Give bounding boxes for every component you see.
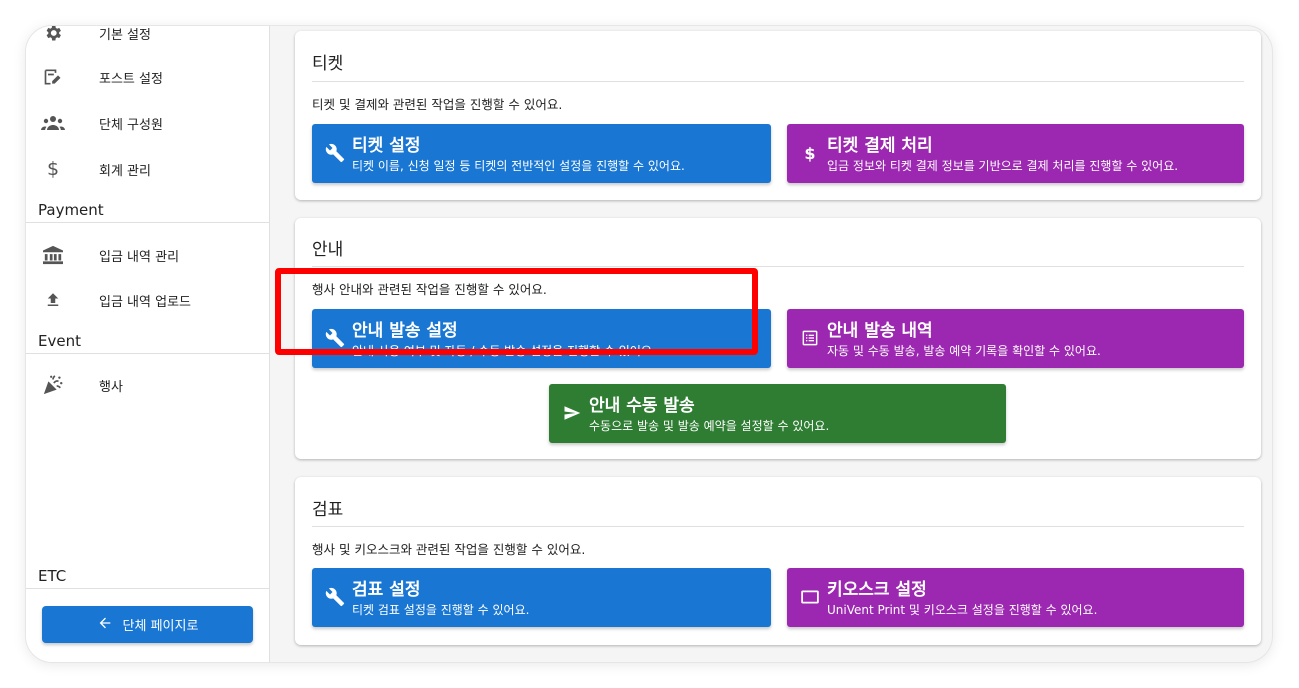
- sidebar-item-basic-settings[interactable]: 기본 설정: [26, 26, 269, 56]
- sidebar-item-deposit-upload[interactable]: 입금 내역 업로드: [26, 277, 269, 323]
- dollar-icon: $: [46, 158, 60, 180]
- notice-send-settings-button[interactable]: 안내 발송 설정 안내 사용 여부 및 자동 / 수동 발송 설정을 진행할 수…: [312, 309, 771, 368]
- action-description: 티켓 이름, 신청 일정 등 티켓의 전반적인 설정을 진행할 수 있어요.: [352, 159, 685, 173]
- action-description: 수동으로 발송 및 발송 예약을 설정할 수 있어요.: [589, 419, 830, 433]
- notice-manual-send-button[interactable]: 안내 수동 발송 수동으로 발송 및 발송 예약을 설정할 수 있어요.: [549, 384, 1006, 443]
- sidebar-item-deposit-history[interactable]: 입금 내역 관리: [26, 232, 269, 278]
- section-header-event: Event: [38, 332, 81, 350]
- sidebar-item-label: 단체 구성원: [99, 117, 163, 133]
- list-icon: [799, 327, 821, 349]
- action-title: 안내 발송 설정: [352, 321, 458, 341]
- ticket-settings-button[interactable]: 티켓 설정 티켓 이름, 신청 일정 등 티켓의 전반적인 설정을 진행할 수 …: [312, 124, 771, 183]
- sidebar-item-label: 입금 내역 업로드: [99, 294, 191, 310]
- action-description: UniVent Print 및 키오스크 설정을 진행할 수 있어요.: [827, 603, 1098, 617]
- sidebar-item-event[interactable]: 행사: [26, 362, 269, 408]
- gear-icon: [41, 26, 65, 45]
- card-description: 티켓 및 결제와 관련된 작업을 진행할 수 있어요.: [312, 97, 563, 112]
- card-title: 티켓: [312, 54, 344, 74]
- wrench-icon: [324, 142, 346, 164]
- checkin-settings-button[interactable]: 검표 설정 티켓 검표 설정을 진행할 수 있어요.: [312, 568, 771, 627]
- notice-card: 안내 행사 안내와 관련된 작업을 진행할 수 있어요. 안내 발송 설정 안내…: [295, 218, 1261, 459]
- divider: [26, 353, 269, 354]
- divider: [26, 588, 269, 589]
- kiosk-settings-button[interactable]: 키오스크 설정 UniVent Print 및 키오스크 설정을 진행할 수 있…: [787, 568, 1244, 627]
- checkin-card: 검표 행사 및 키오스크와 관련된 작업을 진행할 수 있어요. 검표 설정 티…: [295, 477, 1261, 645]
- divider: [312, 266, 1244, 267]
- section-header-etc: ETC: [38, 567, 67, 585]
- action-title: 안내 발송 내역: [827, 321, 933, 341]
- card-description: 행사 안내와 관련된 작업을 진행할 수 있어요.: [312, 282, 547, 297]
- sidebar-item-accounting[interactable]: $ 회계 관리: [26, 146, 269, 192]
- card-title: 검표: [312, 500, 344, 520]
- card-title: 안내: [312, 240, 344, 260]
- sidebar: 기본 설정 포스트 설정 단체 구성원 $ 회계 관리 Payment 입금 내…: [26, 26, 270, 662]
- divider: [312, 526, 1244, 527]
- send-icon: [561, 402, 583, 424]
- divider: [312, 81, 1244, 82]
- action-title: 티켓 결제 처리: [827, 136, 933, 156]
- sidebar-item-label: 기본 설정: [99, 27, 151, 43]
- celebration-icon: [41, 373, 65, 397]
- action-title: 검표 설정: [352, 580, 421, 600]
- arrow-left-icon: [97, 615, 113, 635]
- action-description: 자동 및 수동 발송, 발송 예약 기록을 확인할 수 있어요.: [827, 344, 1101, 358]
- upload-icon: [41, 288, 65, 312]
- action-title: 키오스크 설정: [827, 580, 927, 600]
- sidebar-item-label: 행사: [99, 379, 123, 395]
- notice-send-history-button[interactable]: 안내 발송 내역 자동 및 수동 발송, 발송 예약 기록을 확인할 수 있어요…: [787, 309, 1244, 368]
- dollar-icon: $: [804, 143, 816, 163]
- group-icon: [41, 111, 65, 135]
- action-description: 안내 사용 여부 및 자동 / 수동 발송 설정을 진행할 수 있어요.: [352, 344, 656, 358]
- post-edit-icon: [41, 65, 65, 89]
- main-content: 티켓 티켓 및 결제와 관련된 작업을 진행할 수 있어요. 티켓 설정 티켓 …: [271, 26, 1272, 662]
- sidebar-item-label: 회계 관리: [99, 163, 151, 179]
- action-description: 입금 정보와 티켓 결제 정보를 기반으로 결제 처리를 진행할 수 있어요.: [827, 159, 1179, 173]
- action-title: 안내 수동 발송: [589, 396, 695, 416]
- action-description: 티켓 검표 설정을 진행할 수 있어요.: [352, 603, 530, 617]
- wrench-icon: [324, 327, 346, 349]
- sidebar-item-post-settings[interactable]: 포스트 설정: [26, 54, 269, 100]
- sidebar-item-members[interactable]: 단체 구성원: [26, 100, 269, 146]
- sidebar-item-label: 포스트 설정: [99, 71, 163, 87]
- divider: [26, 222, 269, 223]
- kiosk-icon: [799, 586, 821, 608]
- bank-icon: [41, 243, 65, 267]
- sidebar-item-label: 입금 내역 관리: [99, 249, 180, 265]
- app-window: 기본 설정 포스트 설정 단체 구성원 $ 회계 관리 Payment 입금 내…: [26, 26, 1272, 662]
- action-title: 티켓 설정: [352, 136, 421, 156]
- ticket-payment-process-button[interactable]: $ 티켓 결제 처리 입금 정보와 티켓 결제 정보를 기반으로 결제 처리를 …: [787, 124, 1244, 183]
- section-header-payment: Payment: [38, 201, 104, 219]
- card-description: 행사 및 키오스크와 관련된 작업을 진행할 수 있어요.: [312, 542, 586, 557]
- ticket-card: 티켓 티켓 및 결제와 관련된 작업을 진행할 수 있어요. 티켓 설정 티켓 …: [295, 31, 1261, 200]
- wrench-icon: [324, 586, 346, 608]
- back-to-group-page-button[interactable]: 단체 페이지로: [42, 606, 253, 643]
- back-button-label: 단체 페이지로: [122, 619, 199, 634]
